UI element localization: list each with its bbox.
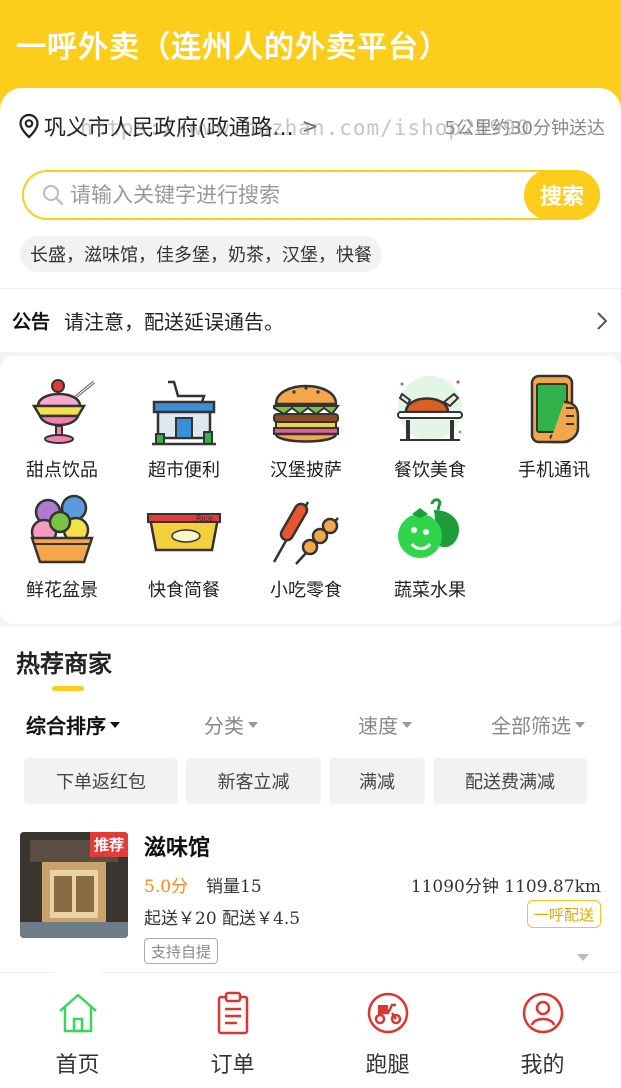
category-label: 小吃零食: [270, 580, 342, 601]
sort-speed-label: 速度: [358, 714, 398, 738]
category-label: 鲜花盆景: [26, 580, 98, 601]
pickup-tag: 支持自提: [144, 938, 219, 964]
notice-bar[interactable]: 公告 请注意，配送延误通告。: [0, 288, 621, 352]
category-dessert[interactable]: 甜点饮品: [2, 372, 122, 482]
delivery-tag: 一呼配送: [526, 900, 601, 928]
sort-all-filters-label: 全部筛选: [491, 714, 571, 738]
section-title: 热荐商家: [16, 650, 112, 678]
shop-time-distance: 11090分钟 1109.87km: [410, 877, 601, 897]
category-label: 蔬菜水果: [394, 580, 466, 601]
search-button[interactable]: 搜索: [524, 170, 600, 220]
caret-down-icon: [248, 721, 258, 728]
tab-label: 我的: [520, 1053, 565, 1078]
sort-category-label: 分类: [204, 714, 244, 738]
sort-default[interactable]: 综合排序: [26, 710, 120, 739]
category-label: 手机通讯: [518, 460, 590, 481]
caret-down-icon: [575, 721, 585, 728]
notice-text: 请注意，配送延误通告。: [64, 310, 285, 334]
tab-orders[interactable]: 订单: [155, 973, 310, 1088]
svg-text:Rice: Rice: [196, 514, 213, 523]
filter-red-packet[interactable]: 下单返红包: [24, 758, 178, 804]
filter-discount[interactable]: 满减: [329, 758, 425, 804]
home-icon: [58, 993, 97, 1033]
phone-icon: [530, 374, 580, 444]
search-icon: [43, 185, 64, 206]
tab-label: 首页: [55, 1053, 100, 1078]
location-selector[interactable]: 巩义市人民政府(政通路... >: [18, 110, 318, 142]
roast-chicken-icon: [397, 376, 463, 441]
recommended-section: 热荐商家 综合排序 分类 速度 全部筛选 下单返红包 新客立减 满减 配送费满减…: [0, 626, 621, 976]
user-icon: [522, 992, 563, 1034]
tab-profile[interactable]: 我的: [465, 973, 620, 1088]
shop-sales: 销量15: [206, 877, 262, 897]
location-address: 巩义市人民政府(政通路...: [44, 116, 294, 141]
category-label: 餐饮美食: [394, 460, 466, 481]
category-snacks[interactable]: 小吃零食: [246, 492, 366, 602]
category-phone[interactable]: 手机通讯: [494, 372, 614, 482]
shop-fees: 起送￥20 配送￥4.5: [144, 909, 301, 929]
scooter-icon: [367, 992, 408, 1034]
category-supermarket[interactable]: 超市便利: [124, 372, 244, 482]
category-grid: 甜点饮品 超市便利 汉堡披萨 餐饮美食 手机通讯 鲜花盆景 Rice 快食简餐 …: [0, 356, 621, 624]
caret-down-icon: [402, 721, 412, 728]
tab-errands[interactable]: 跑腿: [310, 973, 465, 1088]
delivery-estimate: 5公里约30分钟送达: [444, 118, 605, 139]
app-title: 一呼外卖（连州人的外卖平台）: [16, 30, 450, 65]
dessert-icon: [31, 379, 95, 444]
sort-all-filters[interactable]: 全部筛选: [491, 710, 585, 739]
recommend-badge: 推荐: [89, 832, 128, 857]
flower-icon: [30, 494, 94, 564]
fast-food-icon: Rice: [147, 513, 221, 552]
burger-icon: [273, 384, 340, 443]
title-underline: [52, 686, 84, 691]
shop-name[interactable]: 滋味馆: [144, 830, 210, 862]
sort-default-label: 综合排序: [26, 714, 106, 738]
category-flowers[interactable]: 鲜花盆景: [2, 492, 122, 602]
category-label: 汉堡披萨: [270, 460, 342, 481]
chevron-right-icon: [597, 312, 608, 330]
category-label: 超市便利: [148, 460, 220, 481]
clipboard-icon: [217, 991, 248, 1035]
bottom-tabbar: 首页 订单 跑腿 我的: [0, 961, 621, 1088]
category-label: 甜点饮品: [26, 460, 98, 481]
tab-label: 订单: [210, 1053, 255, 1078]
category-vegetables[interactable]: 蔬菜水果: [370, 492, 490, 602]
sort-category[interactable]: 分类: [204, 710, 258, 739]
category-burger[interactable]: 汉堡披萨: [246, 372, 366, 482]
location-pin-icon: [19, 113, 39, 139]
notice-label: 公告: [12, 311, 51, 333]
snack-icon: [272, 501, 339, 565]
search-input[interactable]: [70, 172, 510, 218]
vegetable-icon: [398, 498, 459, 558]
filter-delivery-fee[interactable]: 配送费满减: [433, 758, 587, 804]
filter-new-customer[interactable]: 新客立减: [186, 758, 321, 804]
hot-keywords[interactable]: 长盛，滋味馆，佳多堡，奶茶，汉堡，快餐: [20, 236, 382, 272]
category-restaurant[interactable]: 餐饮美食: [370, 372, 490, 482]
category-fastfood[interactable]: Rice 快食简餐: [124, 492, 244, 602]
location-arrow: >: [301, 114, 319, 138]
search-bar: 搜索: [22, 170, 600, 220]
category-label: 快食简餐: [148, 580, 220, 601]
tab-label: 跑腿: [365, 1053, 410, 1078]
shop-thumbnail[interactable]: 推荐: [20, 832, 128, 938]
caret-down-icon: [110, 721, 120, 728]
expand-icon[interactable]: [577, 954, 589, 961]
supermarket-icon: [152, 380, 216, 446]
tab-home[interactable]: 首页: [0, 961, 155, 1088]
sort-speed[interactable]: 速度: [358, 710, 412, 739]
shop-rating: 5.0分: [144, 877, 189, 897]
